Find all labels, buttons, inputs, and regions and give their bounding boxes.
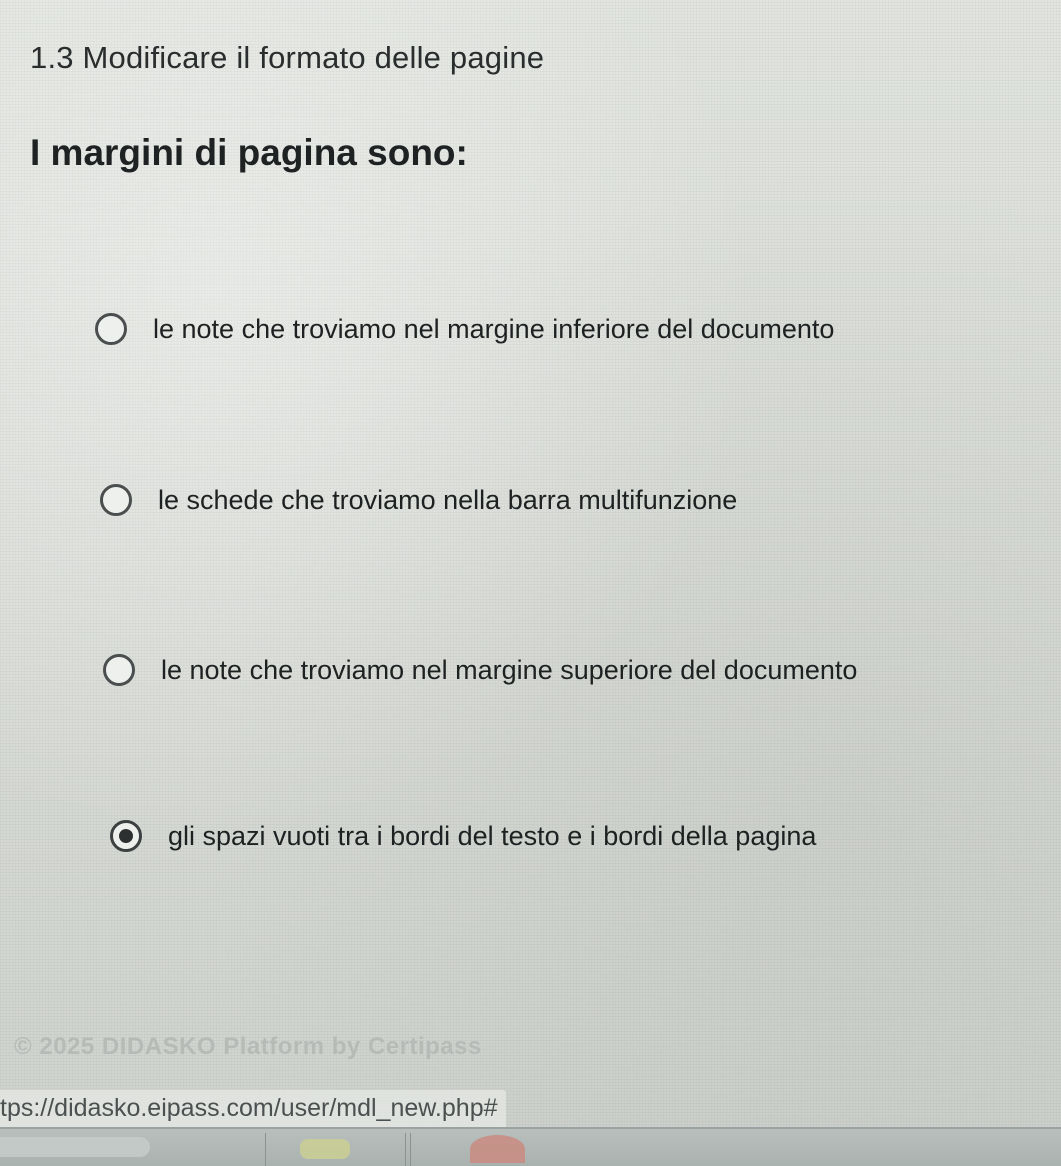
answer-option-label: gli spazi vuoti tra i bordi del testo e … (168, 820, 817, 851)
answer-options: le note che troviamo nel margine inferio… (0, 0, 1061, 1164)
footer-copyright: © 2025 DIDASKO Platform by Certipass (14, 1033, 482, 1060)
taskbar-app-shape[interactable] (470, 1135, 525, 1163)
question-text: I margini di pagina sono: (30, 132, 468, 173)
taskbar-app-shape[interactable] (300, 1139, 350, 1159)
taskbar (0, 1127, 1061, 1166)
answer-option-label: le schede che troviamo nella barra multi… (158, 484, 738, 515)
answer-option-label: le note che troviamo nel margine inferio… (153, 313, 835, 344)
quiz-page: 1.3 Modificare il formato delle pagine I… (0, 0, 1061, 1166)
answer-option-1[interactable]: le note che troviamo nel margine inferio… (95, 313, 834, 345)
radio-button-2[interactable] (100, 484, 132, 516)
answer-option-label: le note che troviamo nel margine superio… (161, 654, 858, 685)
taskbar-divider (410, 1133, 411, 1166)
radio-button-3[interactable] (103, 654, 135, 686)
section-title: 1.3 Modificare il formato delle pagine (30, 40, 545, 75)
radio-button-1[interactable] (95, 313, 127, 345)
answer-option-3[interactable]: le note che troviamo nel margine superio… (103, 654, 857, 686)
answer-option-4[interactable]: gli spazi vuoti tra i bordi del testo e … (110, 820, 816, 852)
answer-option-2[interactable]: le schede che troviamo nella barra multi… (100, 484, 737, 516)
taskbar-app-shape[interactable] (0, 1137, 150, 1157)
status-bar-url: tps://didasko.eipass.com/user/mdl_new.ph… (0, 1090, 506, 1127)
taskbar-divider (265, 1133, 266, 1166)
radio-button-4-selected[interactable] (110, 820, 142, 852)
taskbar-divider (405, 1133, 406, 1166)
